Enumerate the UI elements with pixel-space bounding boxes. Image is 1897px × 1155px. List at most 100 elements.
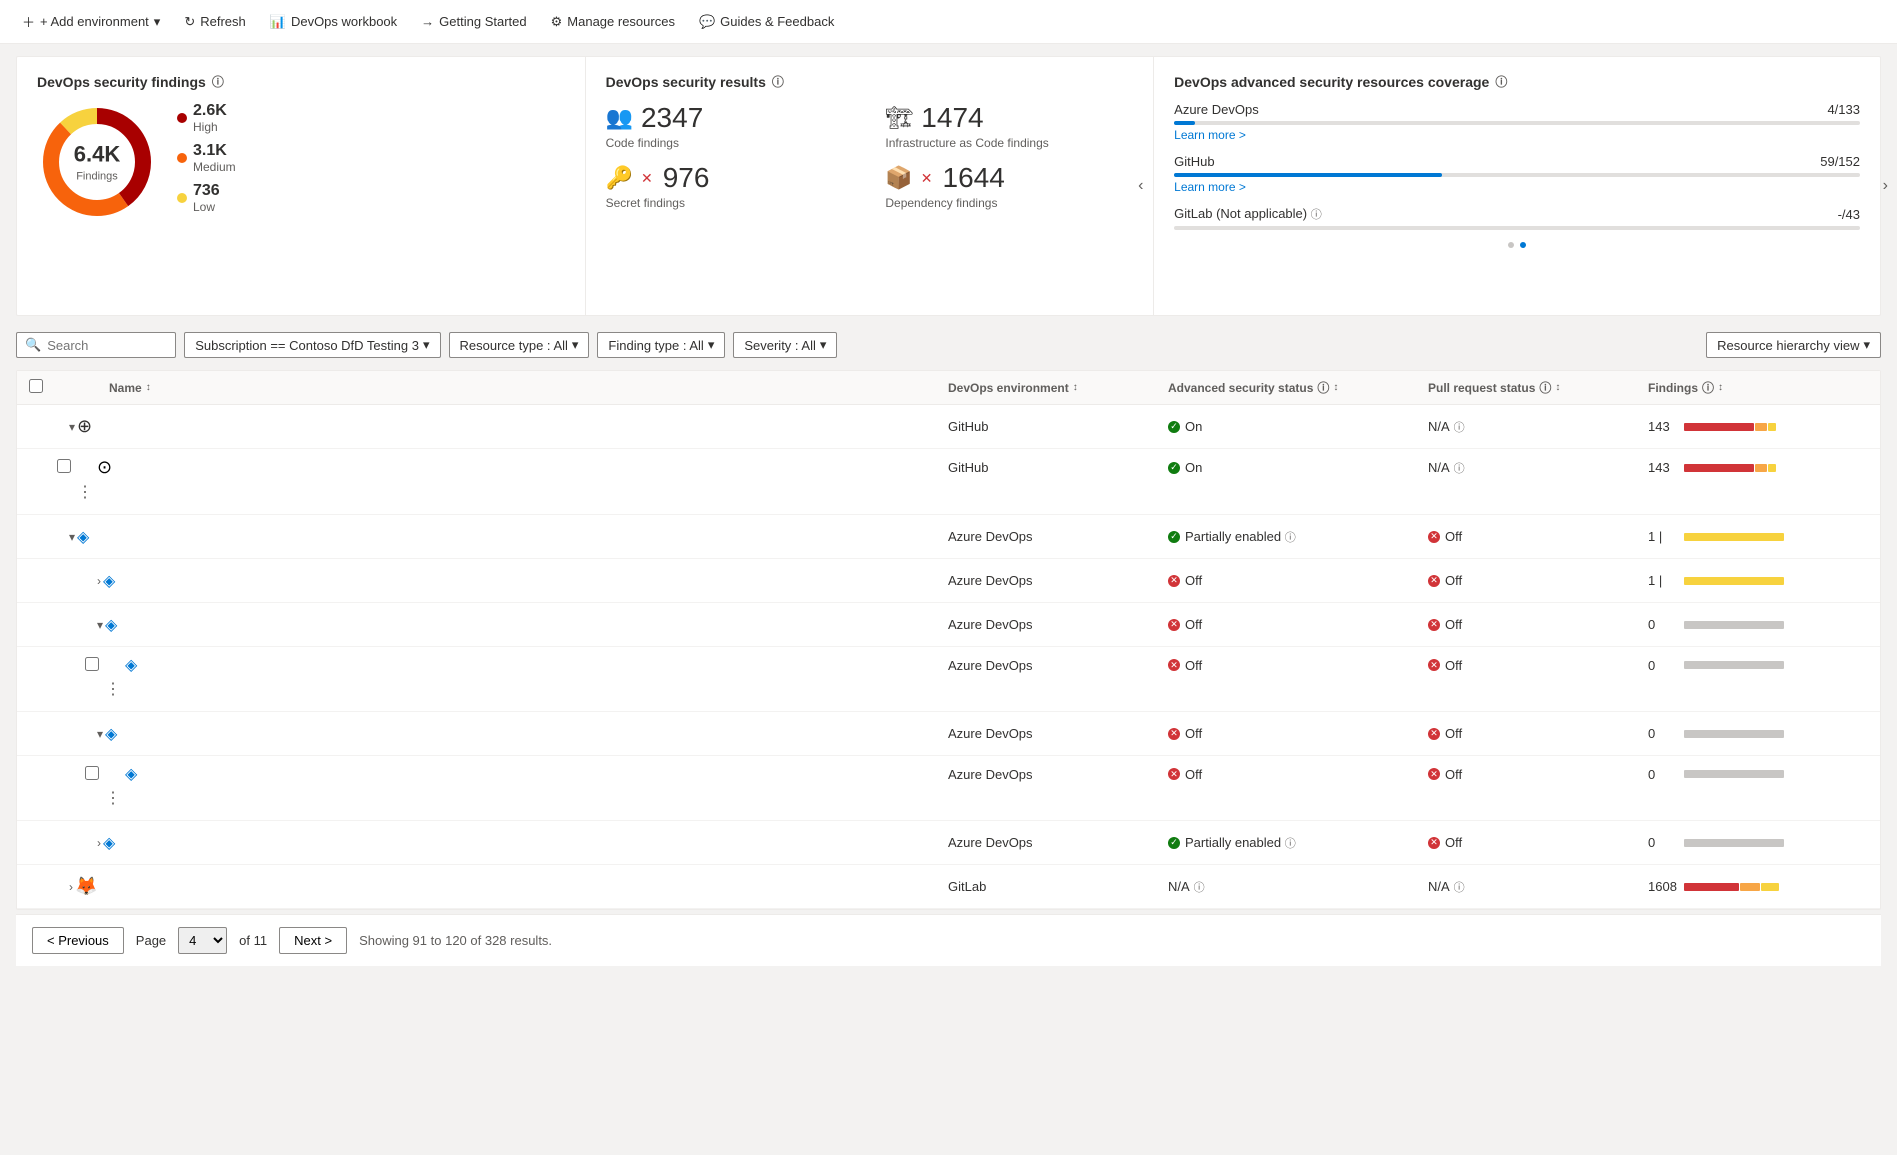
search-box[interactable]: 🔍 xyxy=(16,332,176,358)
severity-filter[interactable]: Severity : All ▾ xyxy=(733,332,837,358)
azure-child-icon: ◈ xyxy=(105,724,117,744)
devops-env: GitHub xyxy=(948,419,1168,434)
table-row: ◈ Azure DevOps ✕ Off ✕ Off 0 ⋮ xyxy=(17,647,1880,712)
expand-button[interactable]: › xyxy=(97,574,101,588)
expand-button[interactable]: › xyxy=(97,836,101,850)
pull-request-status: ✕ Off xyxy=(1428,726,1648,741)
expand-button[interactable]: ▾ xyxy=(97,727,103,741)
azure-icon: ◈ xyxy=(77,527,89,547)
azure-child-icon: ◈ xyxy=(103,571,115,591)
coverage-card: ‹ DevOps advanced security resources cov… xyxy=(1154,57,1880,315)
pull-request-sort-icon: ↕ xyxy=(1555,382,1560,393)
guides-feedback-button[interactable]: 💬 Guides & Feedback xyxy=(689,8,844,36)
findings-bar: 0 xyxy=(1648,835,1868,850)
status-icon: ✓ xyxy=(1168,421,1180,433)
expand-button[interactable]: ▾ xyxy=(69,530,75,544)
findings-bar: 1 | xyxy=(1648,573,1868,588)
azure-devops-coverage: Azure DevOps 4/133 Learn more > xyxy=(1174,102,1860,142)
resource-type-filter[interactable]: Resource type : All ▾ xyxy=(449,332,590,358)
table-row: › ◈ Azure DevOps ✓ Partially enabled ⓘ ✕… xyxy=(17,821,1880,865)
dependency-findings-count: 1644 xyxy=(943,162,1005,194)
manage-resources-button[interactable]: ⚙ Manage resources xyxy=(541,8,685,36)
pull-request-status: ✕ Off xyxy=(1428,658,1648,673)
carousel-dot-2[interactable] xyxy=(1520,242,1526,248)
findings-bar: 0 xyxy=(1648,617,1868,632)
subscription-filter[interactable]: Subscription == Contoso DfD Testing 3 ▾ xyxy=(184,332,440,358)
pull-request-status: ✕ Off xyxy=(1428,529,1648,544)
devops-workbook-button[interactable]: 📊 DevOps workbook xyxy=(260,8,407,36)
dependency-error-icon: ✕ xyxy=(921,170,933,187)
add-environment-button[interactable]: ＋ + Add environment ▾ xyxy=(12,6,170,37)
toolbar: ＋ + Add environment ▾ ↻ Refresh 📊 DevOps… xyxy=(0,0,1897,44)
expand-button[interactable]: ▾ xyxy=(69,420,75,434)
findings-col-header[interactable]: Findings ⓘ ↕ xyxy=(1648,379,1868,396)
gitlab-icon: 🦊 xyxy=(75,876,97,897)
refresh-button[interactable]: ↻ Refresh xyxy=(174,8,255,36)
pull-request-info-icon[interactable]: ⓘ xyxy=(1539,379,1551,396)
findings-info-icon[interactable]: ⓘ xyxy=(212,73,224,90)
finding-type-filter[interactable]: Finding type : All ▾ xyxy=(597,332,725,358)
page-select[interactable]: 1 2 3 4 5 6 7 8 9 10 11 xyxy=(178,927,227,954)
next-button[interactable]: Next > xyxy=(279,927,347,954)
findings-bar: 1608 xyxy=(1648,879,1868,894)
findings-bar: 1 | xyxy=(1648,529,1868,544)
iac-icon: 🏗 xyxy=(885,105,913,131)
table-row: ▾ ⊕ GitHub ✓ On N/A ⓘ 143 xyxy=(17,405,1880,449)
coverage-info-icon[interactable]: ⓘ xyxy=(1495,73,1507,90)
status-icon: ✕ xyxy=(1428,728,1440,740)
carousel-prev-button[interactable]: ‹ xyxy=(1138,177,1143,195)
name-col-header[interactable]: Name ↕ xyxy=(109,381,948,395)
getting-started-button[interactable]: → Getting Started xyxy=(411,8,536,35)
devops-env: GitHub xyxy=(948,460,1168,475)
results-info-icon[interactable]: ⓘ xyxy=(772,73,784,90)
carousel-next-button[interactable]: › xyxy=(1883,177,1888,195)
findings-card: DevOps security findings ⓘ xyxy=(17,57,586,315)
status-icon: ✕ xyxy=(1428,768,1440,780)
view-select[interactable]: Resource hierarchy view ▾ xyxy=(1706,332,1881,358)
previous-button[interactable]: < Previous xyxy=(32,927,124,954)
findings-donut-chart: 6.4K Findings xyxy=(37,102,157,222)
findings-table: Name ↕ DevOps environment ↕ Advanced sec… xyxy=(16,370,1881,910)
row-more-button[interactable]: ⋮ xyxy=(73,478,97,506)
row-checkbox[interactable] xyxy=(85,657,99,671)
expand-button[interactable]: ▾ xyxy=(97,618,103,632)
devops-env: Azure DevOps xyxy=(948,573,1168,588)
pagination: < Previous Page 1 2 3 4 5 6 7 8 9 10 11 … xyxy=(16,914,1881,966)
expand-button[interactable]: › xyxy=(69,880,73,894)
azure-grandchild-icon: ◈ xyxy=(125,655,137,675)
devops-env-col-header[interactable]: DevOps environment ↕ xyxy=(948,381,1168,395)
total-pages: of 11 xyxy=(239,933,267,948)
table-row: › 🦊 GitLab N/A ⓘ N/A ⓘ 1608 xyxy=(17,865,1880,909)
advanced-security-status: ✓ Partially enabled ⓘ xyxy=(1168,529,1428,545)
low-dot xyxy=(177,193,187,203)
table-row: ▾ ◈ Azure DevOps ✓ Partially enabled ⓘ ✕… xyxy=(17,515,1880,559)
azure-devops-coverage-value: 4/133 xyxy=(1827,102,1860,117)
arrow-icon: → xyxy=(421,14,434,29)
pull-request-col-header[interactable]: Pull request status ⓘ ↕ xyxy=(1428,379,1648,396)
row-checkbox[interactable] xyxy=(57,459,71,473)
row-checkbox[interactable] xyxy=(85,766,99,780)
azure-devops-learn-more[interactable]: Learn more > xyxy=(1174,128,1246,142)
refresh-icon: ↻ xyxy=(184,14,195,30)
status-icon: ✕ xyxy=(1428,619,1440,631)
findings-info-icon[interactable]: ⓘ xyxy=(1702,379,1714,396)
secret-findings-count: 976 xyxy=(663,162,710,194)
row-more-button[interactable]: ⋮ xyxy=(101,675,125,703)
search-input[interactable] xyxy=(47,338,167,353)
carousel-dot-1[interactable] xyxy=(1508,242,1514,248)
findings-bar: 0 xyxy=(1648,767,1868,782)
devops-env: Azure DevOps xyxy=(948,835,1168,850)
advanced-security-info-icon[interactable]: ⓘ xyxy=(1317,379,1329,396)
advanced-security-col-header[interactable]: Advanced security status ⓘ ↕ xyxy=(1168,379,1428,396)
github-learn-more[interactable]: Learn more > xyxy=(1174,180,1246,194)
findings-bar: 0 xyxy=(1648,726,1868,741)
github-coverage-value: 59/152 xyxy=(1820,154,1860,169)
status-icon: ✕ xyxy=(1428,531,1440,543)
pull-request-status: ✕ Off xyxy=(1428,835,1648,850)
status-icon: ✓ xyxy=(1168,837,1180,849)
select-all-checkbox[interactable] xyxy=(29,379,43,393)
secret-icon: 🔑 xyxy=(606,165,633,191)
row-more-button[interactable]: ⋮ xyxy=(101,784,125,812)
showing-text: Showing 91 to 120 of 328 results. xyxy=(359,933,552,948)
status-icon: ✕ xyxy=(1168,768,1180,780)
